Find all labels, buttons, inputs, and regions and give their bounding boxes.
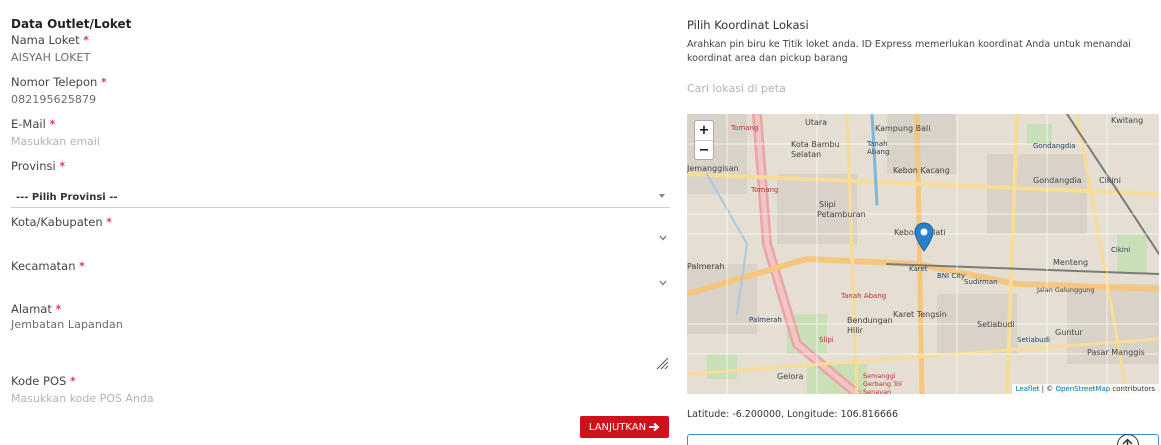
map-label: Tanah Abang [867,140,890,156]
map-label: Karet Tengsin [893,310,947,319]
map-label: Utara [805,118,828,127]
location-panel: Pilih Koordinat Lokasi Arahkan pin biru … [687,0,1161,445]
osm-link[interactable]: OpenStreetMap [1055,385,1110,393]
map-label: Petamburan [817,210,866,219]
kecamatan-select[interactable] [11,270,670,292]
map-label: Jemanggisan [687,164,739,173]
provinsi-label: Provinsi * [11,159,66,173]
map-label: Cikini [1111,246,1131,254]
map-label: Slipi [819,200,836,209]
map-label: Kampung Bali [875,124,931,133]
map-label: Palmerah [687,262,725,271]
map-label: Gondangdia [1033,176,1082,185]
lanjutkan-button[interactable]: LANJUTKAN [580,416,669,438]
map-label: Bendungan Hilir [847,316,893,335]
nama-loket-input[interactable]: AISYAH LOKET [11,51,90,64]
map-label: BNI City [937,272,966,280]
location-pin-icon[interactable] [914,222,934,252]
kode-pos-label: Kode POS * [11,374,76,388]
map-label: Gelora [777,372,804,381]
map-label: Semanggi Gerbang Tol Senayan [863,372,902,394]
provinsi-selected: --- Pilih Provinsi -- [16,192,118,203]
alamat-label: Alamat * [11,302,62,316]
chevron-down-icon [659,235,667,243]
map-label: Karet [909,265,928,273]
map-label: Palmerah [749,316,782,324]
map-label: Tomang [731,124,759,132]
leaflet-link[interactable]: Leaflet [1016,385,1040,393]
email-label: E-Mail * [11,117,56,131]
location-description: Arahkan pin biru ke Titik loket anda. ID… [687,39,1131,64]
map-label: Guntur [1055,328,1083,337]
resize-handle-icon[interactable] [656,357,669,370]
map-label: Slipi [819,336,834,344]
bottom-input[interactable] [687,434,1159,445]
map-label: Setiabudi [1017,336,1050,344]
map-search-input[interactable]: Cari lokasi di peta [687,82,786,95]
outlet-form: Data Outlet/Loket Nama Loket * AISYAH LO… [11,0,670,445]
map-attribution: Leaflet | © OpenStreetMap contributors [1011,384,1159,394]
map-label: Menteng [1053,258,1089,267]
lanjutkan-label: LANJUTKAN [588,421,647,433]
map-zoom-control: + − [694,120,714,160]
zoom-out-button[interactable]: − [695,140,713,159]
map[interactable]: Utara Kampung Bali Kwitang Tomang Kota B… [687,114,1159,394]
map-label: Gondangdia [1033,142,1076,150]
chevron-down-icon [659,280,667,288]
map-label: Sudirman [964,278,998,286]
map-label: Jalan Galunggung [1037,286,1095,294]
map-label: Kota Bambu Selatan [791,140,840,159]
kota-select[interactable] [11,226,670,248]
coordinates-readout: Latitude: -6.200000, Longitude: 106.8166… [687,409,899,420]
zoom-in-button[interactable]: + [695,121,713,140]
location-title: Pilih Koordinat Lokasi [687,18,809,32]
telepon-label: Nomor Telepon * [11,75,107,89]
map-label: Cikini [1099,176,1121,185]
map-label: Tanah Abang [841,292,887,300]
map-label: Pasar Manggis [1087,348,1145,357]
nama-loket-label: Nama Loket * [11,33,90,47]
map-label: Kebon Kacang [893,166,950,175]
scroll-up-icon[interactable] [1117,434,1139,445]
map-label: Kwitang [1111,116,1144,125]
provinsi-select[interactable]: --- Pilih Provinsi -- [11,186,670,208]
map-label: Tomang [751,186,779,194]
telepon-input[interactable]: 082195625879 [11,93,96,106]
kode-pos-input[interactable]: Masukkan kode POS Anda [11,392,154,405]
caret-down-icon [659,194,665,198]
section-title: Data Outlet/Loket [11,17,132,31]
alamat-textarea[interactable]: Jembatan Lapandan [11,318,670,370]
map-label: Setiabudi [977,320,1015,329]
arrow-right-icon [649,422,660,432]
alamat-value: Jembatan Lapandan [11,318,123,331]
email-input[interactable]: Masukkan email [11,135,100,148]
